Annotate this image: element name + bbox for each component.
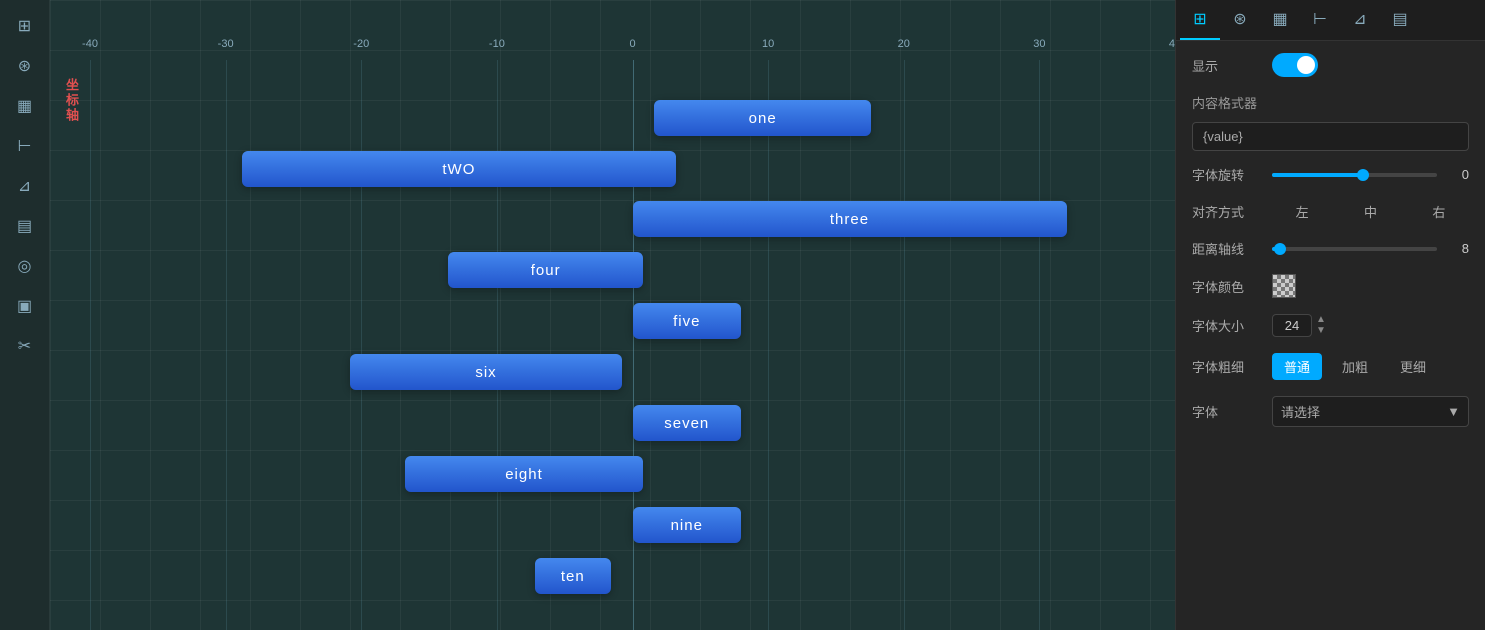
align-left-btn[interactable]: 左 <box>1272 200 1332 223</box>
rotation-value: 0 <box>1445 167 1469 182</box>
rotation-slider-track[interactable] <box>1272 173 1437 177</box>
target-icon[interactable]: ◎ <box>7 248 43 284</box>
bar-tWO[interactable]: tWO <box>242 151 676 187</box>
chart-area: 坐标轴 -40-30-20-10010203040onetWOthreefour… <box>50 0 1175 630</box>
font-select[interactable]: 请选择 ▼ <box>1272 396 1469 427</box>
table-icon[interactable]: ▤ <box>7 208 43 244</box>
weight-content: 普通 加粗 更细 <box>1272 353 1469 380</box>
size-up-arrow[interactable]: ▲ <box>1316 315 1326 325</box>
size-label: 字体大小 <box>1192 316 1272 335</box>
font-placeholder: 请选择 <box>1281 402 1320 421</box>
panel-tabs: ⊞ ⊛ ▦ ⊢ ⊿ ▤ <box>1176 0 1485 41</box>
font-row: 字体 请选择 ▼ <box>1192 396 1469 427</box>
distance-value: 8 <box>1445 241 1469 256</box>
font-content: 请选择 ▼ <box>1272 396 1469 427</box>
chart-icon[interactable]: ⊿ <box>7 168 43 204</box>
message-icon[interactable]: ▣ <box>7 288 43 324</box>
bar-seven[interactable]: seven <box>633 405 742 441</box>
show-content <box>1272 53 1469 77</box>
distance-slider-track[interactable] <box>1272 247 1437 251</box>
color-label: 字体颜色 <box>1192 277 1272 296</box>
size-arrows: ▲ ▼ <box>1316 315 1326 336</box>
tab-layers[interactable]: ⊞ <box>1180 0 1220 40</box>
axis-icon[interactable]: ⊢ <box>7 128 43 164</box>
bar-four[interactable]: four <box>448 252 643 288</box>
weight-row: 字体粗细 普通 加粗 更细 <box>1192 353 1469 380</box>
weight-bold-btn[interactable]: 加粗 <box>1330 353 1380 380</box>
right-panel: ⊞ ⊛ ▦ ⊢ ⊿ ▤ 显示 内容格式器 字体旋转 0 <box>1175 0 1485 630</box>
size-content: 24 ▲ ▼ <box>1272 314 1469 337</box>
color-content <box>1272 274 1469 298</box>
size-row: 字体大小 24 ▲ ▼ <box>1192 314 1469 337</box>
align-label: 对齐方式 <box>1192 202 1272 221</box>
tab-chart[interactable]: ⊿ <box>1340 0 1380 40</box>
weight-thin-btn[interactable]: 更细 <box>1388 353 1438 380</box>
color-row: 字体颜色 <box>1192 274 1469 298</box>
weight-normal-btn[interactable]: 普通 <box>1272 353 1322 380</box>
bar-eight[interactable]: eight <box>405 456 644 492</box>
axis-label: 坐标轴 <box>62 78 81 123</box>
show-toggle[interactable] <box>1272 53 1318 77</box>
show-row: 显示 <box>1192 53 1469 77</box>
formatter-label: 内容格式器 <box>1192 93 1469 112</box>
weight-label: 字体粗细 <box>1192 357 1272 376</box>
align-content: 左 中 右 <box>1272 200 1469 223</box>
align-row: 对齐方式 左 中 右 <box>1192 200 1469 223</box>
tab-table[interactable]: ▤ <box>1380 0 1420 40</box>
bar-five[interactable]: five <box>633 303 742 339</box>
grid-container: -40-30-20-10010203040onetWOthreefourfive… <box>90 60 1175 630</box>
nodes-icon[interactable]: ⊛ <box>7 48 43 84</box>
distance-label: 距离轴线 <box>1192 239 1272 258</box>
formatter-input[interactable] <box>1192 122 1469 151</box>
bar-ten[interactable]: ten <box>535 558 611 594</box>
left-sidebar: ⊞ ⊛ ▦ ⊢ ⊿ ▤ ◎ ▣ ✂ <box>0 0 50 630</box>
size-stepper: 24 ▲ ▼ <box>1272 314 1326 337</box>
scissors-icon[interactable]: ✂ <box>7 328 43 364</box>
layers-icon[interactable]: ⊞ <box>7 8 43 44</box>
bar-nine[interactable]: nine <box>633 507 742 543</box>
bar-one[interactable]: one <box>654 100 871 136</box>
tab-pattern[interactable]: ▦ <box>1260 0 1300 40</box>
font-label: 字体 <box>1192 402 1272 421</box>
panel-content: 显示 内容格式器 字体旋转 0 对齐方式 左 <box>1176 41 1485 630</box>
tab-nodes[interactable]: ⊛ <box>1220 0 1260 40</box>
align-center-btn[interactable]: 中 <box>1340 200 1400 223</box>
font-dropdown-icon: ▼ <box>1447 404 1460 419</box>
rotation-content: 0 <box>1272 167 1469 182</box>
size-value[interactable]: 24 <box>1272 314 1312 337</box>
distance-row: 距离轴线 8 <box>1192 239 1469 258</box>
size-down-arrow[interactable]: ▼ <box>1316 326 1326 336</box>
show-label: 显示 <box>1192 56 1272 75</box>
color-swatch[interactable] <box>1272 274 1296 298</box>
rotation-row: 字体旋转 0 <box>1192 165 1469 184</box>
bar-three[interactable]: three <box>633 201 1067 237</box>
distance-content: 8 <box>1272 241 1469 256</box>
pattern-icon[interactable]: ▦ <box>7 88 43 124</box>
rotation-label: 字体旋转 <box>1192 165 1272 184</box>
tab-axis[interactable]: ⊢ <box>1300 0 1340 40</box>
align-right-btn[interactable]: 右 <box>1409 200 1469 223</box>
bar-six[interactable]: six <box>350 354 621 390</box>
